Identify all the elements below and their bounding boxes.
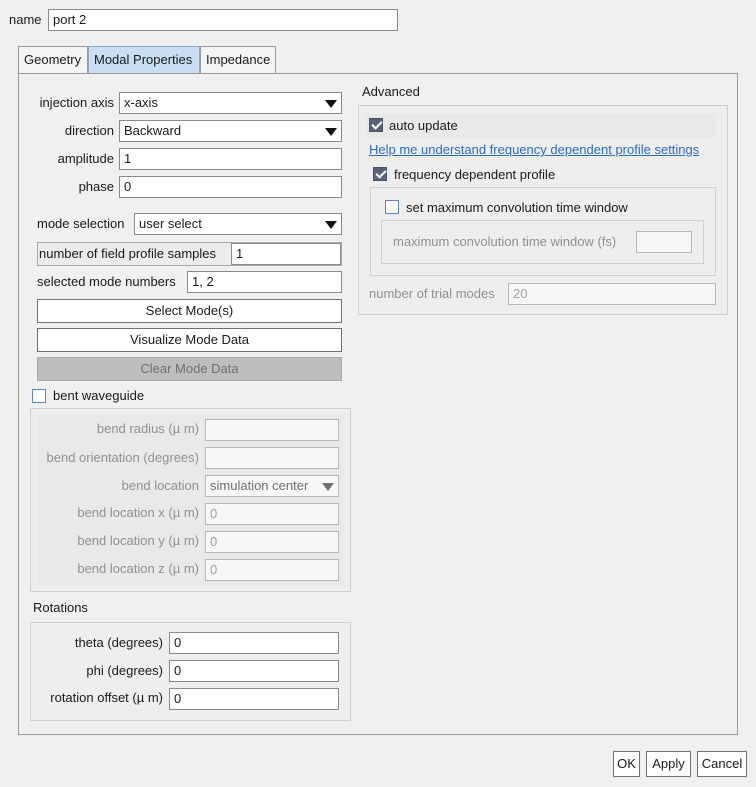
help-link[interactable]: Help me understand frequency dependent p… <box>369 141 699 159</box>
amplitude-label: amplitude <box>57 151 114 166</box>
bend-location-label: bend location <box>121 478 199 493</box>
bend-location-x-label: bend location x (µ m) <box>77 505 199 520</box>
profile-samples-label: number of field profile samples <box>39 246 217 261</box>
rotation-offset-input[interactable]: 0 <box>169 688 339 710</box>
advanced-title: Advanced <box>362 84 420 99</box>
name-label: name <box>9 12 42 27</box>
max-conv-input[interactable] <box>636 231 692 253</box>
chevron-down-icon <box>325 128 337 136</box>
name-input[interactable]: port 2 <box>48 9 398 31</box>
bend-orientation-input[interactable] <box>205 447 339 469</box>
injection-axis-select[interactable]: x-axis <box>119 92 342 114</box>
chevron-down-icon <box>325 100 337 108</box>
selected-modes-label: selected mode numbers <box>37 274 176 289</box>
freq-dependent-checkbox[interactable] <box>373 167 387 181</box>
bend-location-z-label: bend location z (µ m) <box>77 561 199 576</box>
direction-select[interactable]: Backward <box>119 120 342 142</box>
profile-samples-input[interactable]: 1 <box>231 243 341 265</box>
bend-radius-input[interactable] <box>205 419 339 441</box>
select-modes-button[interactable]: Select Mode(s) <box>37 299 342 323</box>
mode-selection-select[interactable]: user select <box>134 213 342 235</box>
phi-input[interactable]: 0 <box>169 660 339 682</box>
theta-label: theta (degrees) <box>74 635 163 650</box>
num-trial-modes-input[interactable]: 20 <box>508 283 716 305</box>
rotations-title: Rotations <box>33 600 88 615</box>
tab-impedance[interactable]: Impedance <box>200 46 276 73</box>
theta-input[interactable]: 0 <box>169 632 339 654</box>
bend-orientation-label: bend orientation (degrees) <box>46 450 200 465</box>
set-max-conv-checkbox[interactable] <box>385 200 399 214</box>
auto-update-label: auto update <box>389 118 458 133</box>
cancel-button[interactable]: Cancel <box>697 751 747 777</box>
bent-waveguide-label: bent waveguide <box>53 388 145 403</box>
apply-button[interactable]: Apply <box>646 751 691 777</box>
amplitude-input[interactable]: 1 <box>119 148 342 170</box>
bend-location-z-input[interactable]: 0 <box>205 559 339 581</box>
ok-button[interactable]: OK <box>613 751 640 777</box>
tab-modal-properties[interactable]: Modal Properties <box>88 46 200 73</box>
selected-modes-input[interactable]: 1, 2 <box>187 271 342 293</box>
injection-axis-label: injection axis <box>39 95 114 110</box>
mode-selection-label: mode selection <box>37 216 125 231</box>
bend-radius-label: bend radius (µ m) <box>96 421 199 436</box>
direction-label: direction <box>64 123 114 138</box>
bend-location-x-input[interactable]: 0 <box>205 503 339 525</box>
freq-dependent-label: frequency dependent profile <box>394 167 556 182</box>
auto-update-checkbox[interactable] <box>369 118 383 132</box>
phi-label: phi (degrees) <box>86 663 163 678</box>
bend-location-y-input[interactable]: 0 <box>205 531 339 553</box>
bend-location-value: simulation center <box>210 478 309 493</box>
mode-selection-value: user select <box>139 216 202 231</box>
profile-samples-row: number of field profile samples 1 <box>37 242 342 266</box>
injection-axis-value: x-axis <box>124 95 158 110</box>
bend-location-select[interactable]: simulation center <box>205 475 339 497</box>
tab-geometry[interactable]: Geometry <box>18 46 88 73</box>
max-conv-label: maximum convolution time window (fs) <box>393 234 617 249</box>
phase-label: phase <box>78 179 114 194</box>
chevron-down-icon <box>325 221 337 229</box>
direction-value: Backward <box>124 123 182 138</box>
rotation-offset-label: rotation offset (µ m) <box>50 690 163 705</box>
clear-mode-data-button[interactable]: Clear Mode Data <box>37 357 342 381</box>
chevron-down-icon <box>322 483 334 491</box>
phase-input[interactable]: 0 <box>119 176 342 198</box>
bend-location-y-label: bend location y (µ m) <box>77 533 199 548</box>
visualize-mode-data-button[interactable]: Visualize Mode Data <box>37 328 342 352</box>
bent-waveguide-checkbox[interactable] <box>32 389 46 403</box>
set-max-conv-label: set maximum convolution time window <box>406 200 628 215</box>
num-trial-modes-label: number of trial modes <box>369 286 495 301</box>
